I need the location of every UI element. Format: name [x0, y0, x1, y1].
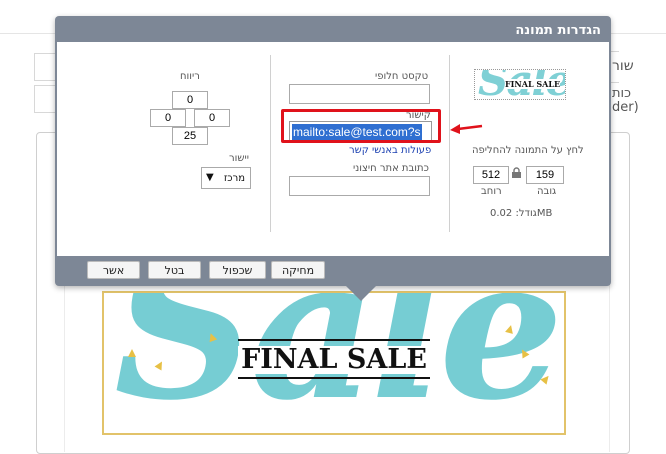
alt-text-label: טקסט חלופי [375, 71, 429, 82]
cancel-button[interactable]: בטל [148, 261, 201, 279]
duplicate-button[interactable]: שכפול [209, 261, 266, 279]
alt-text-input[interactable] [289, 84, 430, 104]
dialog-title: הגדרות תמונה [515, 23, 601, 38]
column-divider [270, 55, 271, 232]
width-field[interactable] [473, 166, 509, 184]
alignment-value: מרכז [223, 173, 245, 184]
banner-final-sale-text: FINAL SALE [238, 346, 430, 374]
approve-button[interactable]: אשר [87, 261, 140, 279]
column-divider [449, 55, 450, 232]
dialog-pointer [345, 285, 377, 301]
width-label: רוחב [481, 186, 502, 197]
alignment-select[interactable]: ▼ מרכז [201, 167, 251, 189]
file-size-label: גודל: 0.02MB [490, 208, 553, 219]
background-label: שור [612, 58, 634, 74]
red-arrow-icon [450, 124, 483, 134]
background-label: כות [612, 86, 631, 101]
thumbnail-final-sale: FINAL SALE [505, 79, 561, 89]
spacing-label: ריווח [180, 71, 200, 82]
confetti-shape [128, 349, 136, 357]
lock-icon[interactable] [511, 167, 522, 178]
dropdown-caret-icon: ▼ [206, 172, 214, 183]
band-rule-top [238, 339, 430, 341]
replace-image-hint: לחץ על התמונה להחליפה [472, 145, 584, 156]
spacing-left-field[interactable] [150, 109, 186, 127]
background-label: der) [612, 100, 639, 115]
image-thumbnail[interactable]: Sale FINAL SALE [474, 69, 566, 100]
spacing-bottom-field[interactable] [172, 127, 208, 145]
external-url-label: כתובת אתר חיצוני [353, 163, 429, 174]
delete-button[interactable]: מחיקה [271, 261, 325, 279]
spacing-right-field[interactable] [194, 109, 230, 127]
band-rule-bottom [238, 377, 430, 379]
sale-banner-image[interactable]: Sale FINAL SALE [102, 291, 566, 435]
height-field[interactable] [526, 166, 564, 184]
final-sale-band: FINAL SALE [238, 337, 430, 383]
external-url-input[interactable] [289, 176, 430, 196]
highlight-annotation [281, 109, 441, 143]
contact-actions-link[interactable]: פעולות באנשי קשר [349, 145, 431, 156]
alignment-label: יישור [229, 153, 249, 164]
spacing-top-field[interactable] [172, 91, 208, 109]
height-label: גובה [537, 186, 557, 197]
